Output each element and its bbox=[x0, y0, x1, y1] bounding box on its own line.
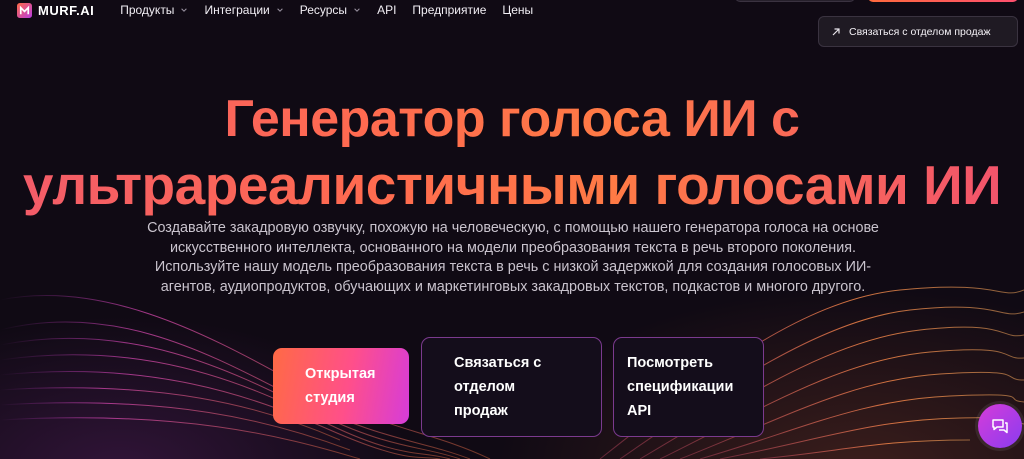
nav-item-label: API bbox=[377, 3, 397, 17]
open-studio-button[interactable]: Открытая студия bbox=[273, 348, 409, 424]
nav-item-label: Ресурсы bbox=[299, 3, 348, 17]
arrow-up-right-icon bbox=[832, 27, 840, 35]
hero-title: Генератор голоса ИИ с ультрареалистичным… bbox=[0, 86, 1024, 218]
contact-sales-label-line1: Связаться с bbox=[454, 355, 542, 371]
open-studio-label-line1: Открытая bbox=[305, 366, 376, 382]
hero-description: Создавайте закадровую озвучку, похожую н… bbox=[147, 220, 879, 295]
nav-item-label: Продукты bbox=[120, 3, 175, 17]
view-api-label-line2: спецификации bbox=[627, 379, 734, 395]
chat-bubble-icon bbox=[992, 419, 1008, 434]
contact-sales-nav-label: Связаться с отделом продаж bbox=[849, 25, 991, 38]
brand-name: MURF.AI bbox=[38, 2, 95, 18]
nav-item-products[interactable]: Продукты bbox=[120, 3, 188, 17]
murf-logo-icon bbox=[17, 2, 32, 18]
nav-item-api[interactable]: API bbox=[377, 3, 396, 17]
view-api-specs-button[interactable]: Посмотреть спецификации API bbox=[613, 337, 764, 437]
nav-item-enterprise[interactable]: Предприятие bbox=[412, 3, 486, 17]
nav-item-label: Цены bbox=[502, 3, 534, 17]
open-studio-label-line2: студия bbox=[305, 390, 355, 406]
contact-sales-button[interactable]: Связаться с отделом продаж bbox=[421, 337, 602, 437]
contact-sales-label-line2: отделом bbox=[454, 379, 516, 395]
hero-title-line1: Генератор голоса ИИ с bbox=[0, 86, 1024, 152]
landing-page: MURF.AI Продукты Интеграции Ресурсы API … bbox=[0, 0, 1024, 459]
chevron-down-icon bbox=[181, 8, 188, 12]
contact-sales-nav-button[interactable]: Связаться с отделом продаж bbox=[818, 16, 1018, 47]
nav-item-label: Предприятие bbox=[412, 3, 487, 17]
logo[interactable]: MURF.AI bbox=[17, 2, 95, 18]
chevron-down-icon bbox=[276, 8, 283, 12]
contact-sales-label-line3: продаж bbox=[454, 403, 508, 419]
chevron-down-icon bbox=[354, 8, 360, 12]
view-api-label-line1: Посмотреть bbox=[627, 355, 714, 371]
nav-item-label: Интеграции bbox=[204, 3, 270, 17]
chat-button[interactable] bbox=[978, 404, 1022, 448]
view-api-label-line3: API bbox=[627, 403, 652, 419]
hero-title-line2: ультрареалистичными голосами ИИ bbox=[0, 152, 1024, 218]
nav-item-resources[interactable]: Ресурсы bbox=[300, 3, 361, 17]
nav-item-pricing[interactable]: Цены bbox=[502, 3, 533, 17]
nav-item-integrations[interactable]: Интеграции bbox=[204, 3, 283, 17]
